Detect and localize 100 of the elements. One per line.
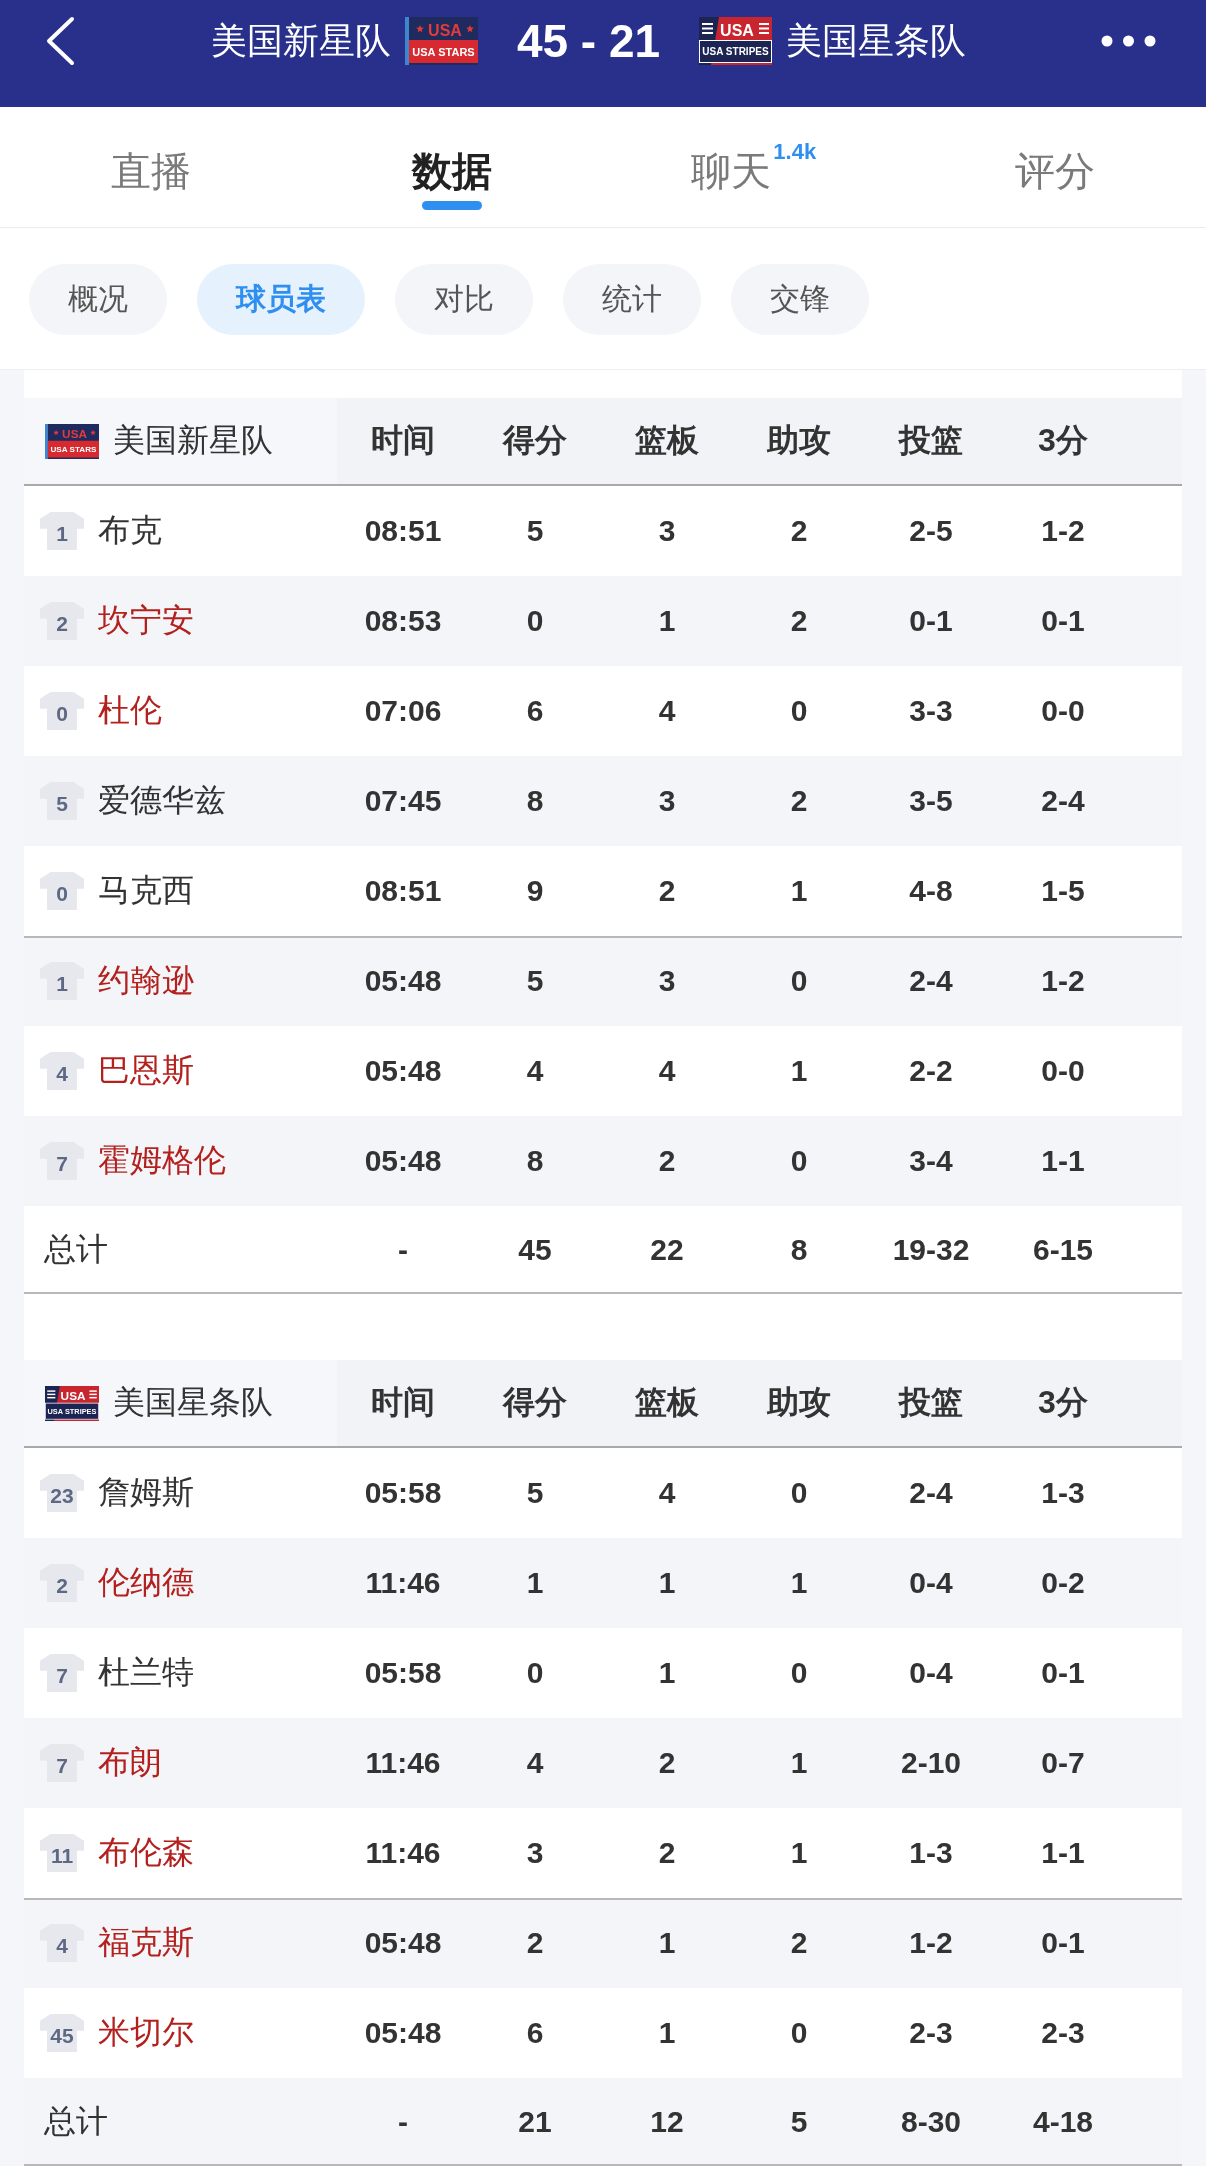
more-icon[interactable] (1101, 35, 1156, 47)
stat-value: 8 (790, 1233, 808, 1267)
stat-value: 1-2 (1041, 964, 1085, 998)
stat-value: 05:48 (364, 1926, 442, 1960)
team-name: 美国星条队 (786, 18, 967, 63)
table-row[interactable]: 11 布伦森 11:46 3 2 1 1-3 1-1 (24, 1808, 1182, 1898)
player-name: 爱德华兹 (98, 781, 226, 820)
stat-value: 21 (518, 2105, 552, 2139)
table-row[interactable]: 1 布克 08:51 5 3 2 2-5 1-2 (24, 486, 1182, 576)
stat-value: 1-1 (1041, 1836, 1085, 1870)
stat-value: 05:58 (364, 1656, 442, 1690)
stat-value: 1 (658, 1566, 676, 1600)
stat-value: 3 (658, 514, 676, 548)
table-row[interactable]: 4 福克斯 05:48 2 1 2 1-2 0-1 (24, 1898, 1182, 1988)
column-header: 投篮 (899, 421, 963, 460)
sub-tab[interactable]: 对比 (395, 264, 533, 335)
stat-value: 4 (526, 1746, 544, 1780)
jersey-number: 7 (40, 1744, 84, 1782)
stat-value: 1 (790, 874, 808, 908)
back-icon[interactable] (44, 16, 76, 66)
table-row[interactable]: 0 马克西 08:51 9 2 1 4-8 1-5 (24, 846, 1182, 936)
stat-value: 6-15 (1032, 1233, 1093, 1267)
stat-value: 0 (790, 2016, 808, 2050)
jersey-number: 1 (40, 512, 84, 550)
jersey-number: 2 (40, 602, 84, 640)
stat-value: 1-3 (909, 1836, 953, 1870)
sub-tab[interactable]: 统计 (563, 264, 701, 335)
stat-value: 5 (526, 514, 544, 548)
stat-value: 1-3 (1041, 1476, 1085, 1510)
stat-value: 0-7 (1041, 1746, 1085, 1780)
table-row[interactable]: 2 坎宁安 08:53 0 1 2 0-1 0-1 (24, 576, 1182, 666)
stat-value: 05:58 (364, 1476, 442, 1510)
stat-value: 3-5 (909, 784, 953, 818)
stat-value: 3 (658, 964, 676, 998)
stat-value: 0 (790, 694, 808, 728)
stat-value: 0 (790, 1476, 808, 1510)
player-name: 布伦森 (98, 1833, 194, 1872)
stat-value: 2 (790, 1926, 808, 1960)
player-name: 詹姆斯 (98, 1473, 194, 1512)
player-name: 布朗 (98, 1743, 162, 1782)
stat-value: 0 (526, 1656, 544, 1690)
table-row[interactable]: 5 爱德华兹 07:45 8 3 2 3-5 2-4 (24, 756, 1182, 846)
tab[interactable]: 数据 (408, 139, 497, 210)
tab[interactable]: 评分 (1011, 139, 1100, 210)
stat-value: 05:48 (364, 2016, 442, 2050)
column-header: 投篮 (899, 1383, 963, 1422)
table-row[interactable]: 4 巴恩斯 05:48 4 4 1 2-2 0-0 (24, 1026, 1182, 1116)
stat-value: 4 (658, 1476, 676, 1510)
stat-value: 1-1 (1041, 1144, 1085, 1178)
stat-value: 1 (658, 1926, 676, 1960)
stat-value: 1-2 (1041, 514, 1085, 548)
jersey-number: 5 (40, 782, 84, 820)
tab[interactable]: 直播 (106, 139, 195, 210)
score: 45 - 21 (516, 14, 661, 68)
table-row[interactable]: 7 布朗 11:46 4 2 1 2-10 0-7 (24, 1718, 1182, 1808)
jersey-number: 1 (40, 962, 84, 1000)
stat-value: 8 (526, 1144, 544, 1178)
jersey-number: 2 (40, 1564, 84, 1602)
table-row[interactable]: 2 伦纳德 11:46 1 1 1 0-4 0-2 (24, 1538, 1182, 1628)
player-name: 马克西 (98, 871, 194, 910)
column-header: 3分 (1038, 421, 1088, 460)
stat-value: 4-8 (909, 874, 953, 908)
stat-value: 05:48 (364, 1144, 442, 1178)
stat-value: 2-3 (909, 2016, 953, 2050)
table-row[interactable]: 23 詹姆斯 05:58 5 4 0 2-4 1-3 (24, 1448, 1182, 1538)
stat-value: 4 (658, 694, 676, 728)
table-row[interactable]: 0 杜伦 07:06 6 4 0 3-3 0-0 (24, 666, 1182, 756)
column-header: 助攻 (767, 421, 831, 460)
stat-value: 4 (526, 1054, 544, 1088)
stat-value: 1 (658, 604, 676, 638)
stat-value: 4 (658, 1054, 676, 1088)
stat-value: 07:45 (364, 784, 442, 818)
stat-value: 0 (790, 1656, 808, 1690)
sub-tab[interactable]: 交锋 (731, 264, 869, 335)
stat-value: 0-1 (1041, 604, 1085, 638)
stat-value: 2 (658, 1836, 676, 1870)
stat-value: 05:48 (364, 964, 442, 998)
player-name: 布克 (98, 511, 162, 550)
stat-value: 5 (526, 1476, 544, 1510)
jersey-number: 23 (40, 1474, 84, 1512)
sub-tab[interactable]: 概况 (29, 264, 167, 335)
team-logo: USA USA STRIPES (699, 17, 773, 65)
jersey-number: 7 (40, 1142, 84, 1180)
stat-value: 11:46 (365, 1836, 441, 1870)
team-name: 美国新星队 (113, 421, 273, 460)
team-logo: USA USA STARS (404, 17, 478, 65)
stat-value: 1 (526, 1566, 544, 1600)
stat-value: 2 (790, 604, 808, 638)
stat-value: 11:46 (365, 1746, 441, 1780)
total-label: 总计 (44, 1230, 108, 1269)
player-name: 杜兰特 (98, 1653, 194, 1692)
column-header: 得分 (503, 421, 567, 460)
player-name: 霍姆格伦 (98, 1141, 226, 1180)
table-row[interactable]: 1 约翰逊 05:48 5 3 0 2-4 1-2 (24, 936, 1182, 1026)
table-row[interactable]: 7 杜兰特 05:58 0 1 0 0-4 0-1 (24, 1628, 1182, 1718)
stat-value: 2 (658, 1144, 676, 1178)
stat-value: 1 (790, 1746, 808, 1780)
table-row[interactable]: 7 霍姆格伦 05:48 8 2 0 3-4 1-1 (24, 1116, 1182, 1206)
stat-value: 2 (790, 514, 808, 548)
table-row[interactable]: 45 米切尔 05:48 6 1 0 2-3 2-3 (24, 1988, 1182, 2078)
